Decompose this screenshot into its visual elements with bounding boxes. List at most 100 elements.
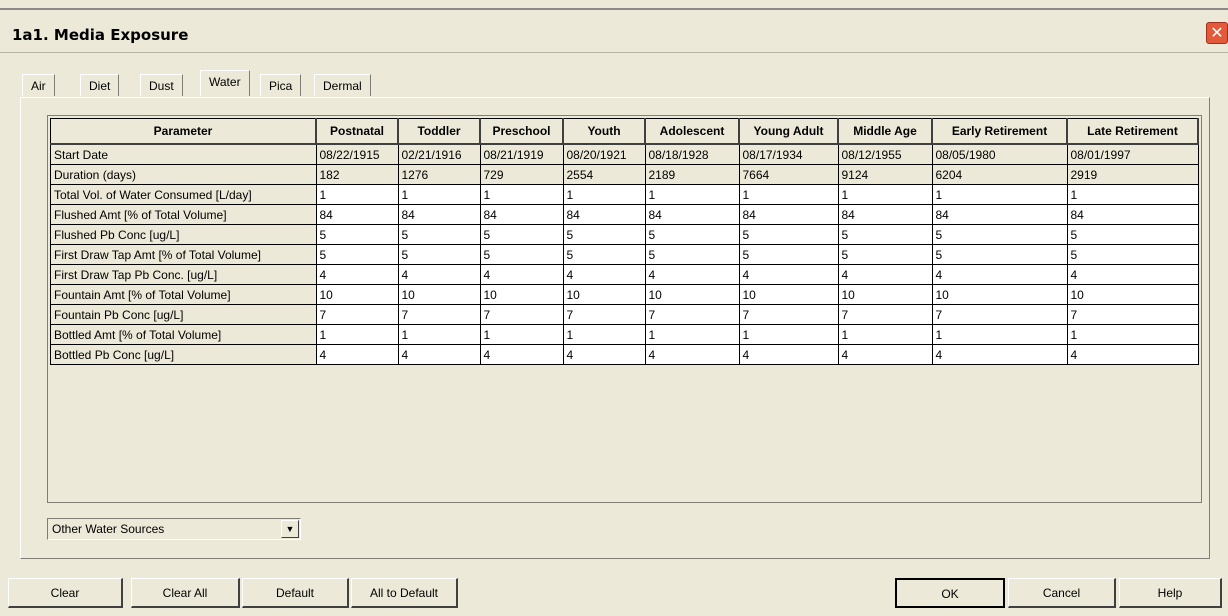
water-source-select[interactable]: Other Water Sources ▼ <box>47 518 301 540</box>
grid-cell[interactable]: 10 <box>315 284 399 305</box>
grid-cell[interactable]: 5 <box>931 224 1068 245</box>
grid-cell[interactable]: 10 <box>397 284 481 305</box>
ok-button[interactable]: OK <box>895 578 1005 608</box>
grid-cell[interactable]: 1 <box>479 184 564 205</box>
grid-cell[interactable]: 10 <box>738 284 839 305</box>
grid-cell[interactable]: 5 <box>837 224 933 245</box>
tab-dermal[interactable]: Dermal <box>314 74 371 96</box>
grid-cell[interactable]: 1 <box>738 324 839 345</box>
grid-cell[interactable]: 7 <box>644 304 740 325</box>
grid-cell[interactable]: 1 <box>644 324 740 345</box>
grid-cell[interactable]: 4 <box>931 344 1068 365</box>
close-icon[interactable]: ✕ <box>1206 22 1228 44</box>
grid-cell[interactable]: 5 <box>931 244 1068 265</box>
grid-cell[interactable]: 5 <box>479 224 564 245</box>
grid-cell[interactable]: 1 <box>397 184 481 205</box>
grid-cell[interactable]: 5 <box>644 244 740 265</box>
grid-cell[interactable]: 10 <box>562 284 646 305</box>
grid-cell[interactable]: 1 <box>479 324 564 345</box>
grid-cell[interactable]: 84 <box>644 204 740 225</box>
cancel-button[interactable]: Cancel <box>1008 578 1116 608</box>
grid-cell[interactable]: 5 <box>1066 244 1199 265</box>
grid-cell[interactable]: 84 <box>479 204 564 225</box>
grid-cell[interactable]: 84 <box>1066 204 1199 225</box>
grid-cell[interactable]: 4 <box>644 344 740 365</box>
grid-cell[interactable]: 4 <box>1066 344 1199 365</box>
grid-cell[interactable]: 10 <box>837 284 933 305</box>
grid-cell[interactable]: 1 <box>644 184 740 205</box>
grid-cell[interactable]: 5 <box>397 244 481 265</box>
grid-cell[interactable]: 4 <box>931 264 1068 285</box>
grid-cell[interactable]: 5 <box>315 244 399 265</box>
grid-cell[interactable]: 4 <box>644 264 740 285</box>
grid-cell[interactable]: 1 <box>315 184 399 205</box>
grid-cell[interactable]: 7 <box>397 304 481 325</box>
grid-cell[interactable]: 4 <box>738 264 839 285</box>
grid-cell[interactable]: 5 <box>315 224 399 245</box>
grid-cell[interactable]: 5 <box>479 244 564 265</box>
grid-cell[interactable]: 4 <box>397 264 481 285</box>
grid-cell[interactable]: 1 <box>837 324 933 345</box>
grid-cell: 08/17/1934 <box>738 143 839 165</box>
grid-cell[interactable]: 5 <box>738 224 839 245</box>
grid-cell[interactable]: 84 <box>562 204 646 225</box>
grid-cell[interactable]: 7 <box>738 304 839 325</box>
tab-water[interactable]: Water <box>200 70 250 96</box>
grid-cell[interactable]: 1 <box>315 324 399 345</box>
grid-cell[interactable]: 5 <box>397 224 481 245</box>
grid-cell[interactable]: 84 <box>738 204 839 225</box>
grid-cell[interactable]: 84 <box>931 204 1068 225</box>
grid-cell[interactable]: 7 <box>315 304 399 325</box>
clear-button[interactable]: Clear <box>8 578 123 608</box>
grid-cell[interactable]: 4 <box>315 264 399 285</box>
grid-cell[interactable]: 84 <box>315 204 399 225</box>
grid-cell[interactable]: 84 <box>397 204 481 225</box>
grid-cell[interactable]: 1 <box>931 324 1068 345</box>
grid-cell[interactable]: 4 <box>738 344 839 365</box>
all-to-default-button[interactable]: All to Default <box>351 578 458 608</box>
grid-cell[interactable]: 10 <box>931 284 1068 305</box>
grid-cell[interactable]: 7 <box>931 304 1068 325</box>
grid-cell[interactable]: 4 <box>315 344 399 365</box>
grid-cell[interactable]: 4 <box>562 264 646 285</box>
grid-cell[interactable]: 1 <box>1066 184 1199 205</box>
grid-cell[interactable]: 5 <box>1066 224 1199 245</box>
grid-cell[interactable]: 84 <box>837 204 933 225</box>
grid-cell[interactable]: 1 <box>562 184 646 205</box>
tab-pica[interactable]: Pica <box>260 74 302 96</box>
grid-cell[interactable]: 5 <box>562 244 646 265</box>
tab-air[interactable]: Air <box>22 74 55 96</box>
grid-cell[interactable]: 5 <box>738 244 839 265</box>
tab-diet[interactable]: Diet <box>80 74 120 96</box>
grid-cell[interactable]: 10 <box>644 284 740 305</box>
grid-cell[interactable]: 1 <box>931 184 1068 205</box>
grid-cell[interactable]: 1 <box>562 324 646 345</box>
grid-cell[interactable]: 1 <box>837 184 933 205</box>
grid-cell[interactable]: 5 <box>562 224 646 245</box>
default-button[interactable]: Default <box>242 578 349 608</box>
table-row: Start Date 08/22/1915 02/21/1916 08/21/1919… <box>50 143 1199 165</box>
grid-cell[interactable]: 4 <box>837 344 933 365</box>
grid-cell[interactable]: 1 <box>1066 324 1199 345</box>
row-label: Bottled Pb Conc [ug/L] <box>50 344 317 365</box>
grid-cell[interactable]: 4 <box>1066 264 1199 285</box>
grid-cell[interactable]: 7 <box>1066 304 1199 325</box>
grid-cell[interactable]: 1 <box>397 324 481 345</box>
grid-cell[interactable]: 1 <box>738 184 839 205</box>
grid-cell[interactable]: 7 <box>562 304 646 325</box>
grid-cell[interactable]: 10 <box>479 284 564 305</box>
grid-cell[interactable]: 4 <box>562 344 646 365</box>
grid-cell[interactable]: 5 <box>837 244 933 265</box>
clear-all-button[interactable]: Clear All <box>131 578 240 608</box>
dropdown-arrow-icon[interactable]: ▼ <box>281 520 299 538</box>
grid-cell[interactable]: 4 <box>397 344 481 365</box>
grid-cell[interactable]: 10 <box>1066 284 1199 305</box>
grid-cell[interactable]: 4 <box>837 264 933 285</box>
tab-dust[interactable]: Dust <box>140 74 183 96</box>
grid-cell[interactable]: 5 <box>644 224 740 245</box>
grid-cell[interactable]: 4 <box>479 264 564 285</box>
grid-cell[interactable]: 4 <box>479 344 564 365</box>
grid-cell[interactable]: 7 <box>837 304 933 325</box>
help-button[interactable]: Help <box>1119 578 1222 608</box>
grid-cell[interactable]: 7 <box>479 304 564 325</box>
